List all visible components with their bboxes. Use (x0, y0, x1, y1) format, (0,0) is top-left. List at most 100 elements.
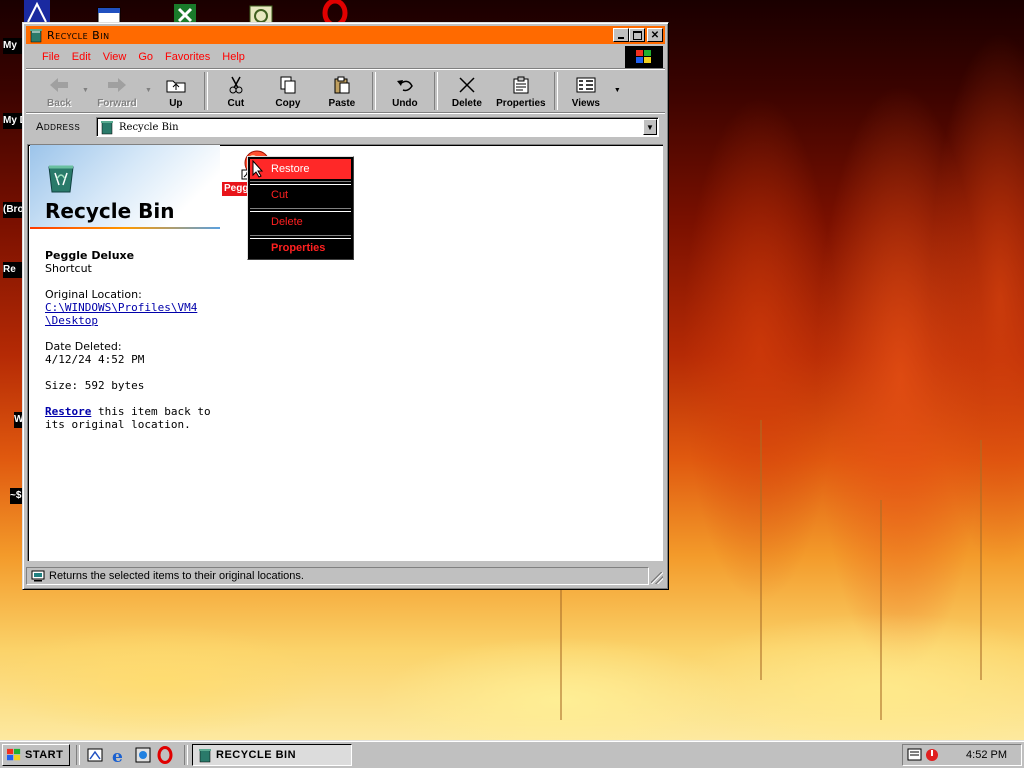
system-tray: 4:52 PM (902, 744, 1022, 766)
copy-label: Copy (275, 98, 301, 109)
views-icon (576, 77, 596, 93)
forward-dropdown-icon[interactable]: ▼ (145, 87, 152, 94)
taskbar-recycle-bin[interactable]: Recycle Bin (192, 744, 352, 766)
views-dropdown-icon[interactable]: ▼ (614, 87, 621, 94)
desktop-icon-label[interactable]: My D (3, 113, 23, 129)
webview-divider (30, 227, 220, 229)
original-location-label: Original Location: (45, 288, 142, 301)
mouse-cursor-icon (252, 160, 264, 178)
desktop-icon-label[interactable]: Re (3, 262, 23, 278)
maximize-button[interactable] (629, 28, 645, 42)
properties-label: Properties (496, 98, 546, 109)
up-button[interactable]: Up (152, 72, 200, 112)
clock[interactable]: 4:52 PM (966, 749, 1007, 761)
paste-icon (334, 76, 350, 94)
recycle-bin-window: Recycle Bin ✕ File Edit View Go Favorite… (22, 22, 669, 590)
back-label: Back (47, 98, 71, 109)
menu-help[interactable]: Help (216, 51, 251, 63)
item-name: Peggle Deluxe (45, 249, 135, 262)
restore-text-2: its original location. (45, 418, 191, 431)
recycle-bin-icon (30, 29, 42, 43)
properties-icon (513, 76, 529, 94)
copy-button[interactable]: Copy (260, 72, 316, 112)
restore-text: this item back to (91, 405, 211, 418)
context-delete[interactable]: Delete (250, 210, 351, 234)
context-restore[interactable]: Restore (250, 159, 351, 179)
chevron-down-icon: ▼ (646, 122, 654, 132)
up-label: Up (169, 98, 183, 109)
menu-view[interactable]: View (97, 51, 133, 63)
minimize-button[interactable] (613, 28, 629, 42)
desktop-icon-label[interactable]: W (14, 412, 22, 428)
status-pane: Returns the selected items to their orig… (26, 567, 649, 585)
windows-logo-icon (625, 46, 663, 68)
address-label: Address (36, 121, 81, 133)
item-type: Shortcut (45, 262, 92, 275)
task-label: Recycle Bin (216, 749, 297, 761)
forward-button[interactable]: Forward (89, 72, 145, 112)
svg-text:e: e (112, 747, 123, 764)
toolbar: Back ▼ Forward ▼ Up Cut Copy Paste Undo (26, 70, 665, 113)
show-desktop-icon[interactable] (86, 746, 104, 764)
back-dropdown-icon[interactable]: ▼ (82, 87, 89, 94)
wallpaper-branch (980, 440, 982, 680)
address-field[interactable]: Recycle Bin ▼ (96, 117, 659, 137)
status-text: Returns the selected items to their orig… (49, 570, 304, 582)
context-properties[interactable]: Properties (250, 236, 351, 260)
file-size: Size: 592 bytes (45, 379, 145, 392)
title-bar[interactable]: Recycle Bin ✕ (26, 26, 665, 44)
desktop-icon-label[interactable]: My (3, 38, 23, 54)
views-button[interactable]: Views (562, 72, 610, 112)
restore-link[interactable]: Restore (45, 405, 91, 418)
start-button[interactable]: Start (2, 744, 70, 766)
windows-flag-icon (7, 748, 21, 761)
cut-label: Cut (227, 98, 245, 109)
resize-grip[interactable] (651, 572, 663, 584)
delete-label: Delete (451, 98, 482, 109)
forward-arrow-icon (107, 78, 126, 92)
power-tray-icon[interactable] (925, 747, 939, 763)
opera-icon[interactable] (156, 746, 174, 764)
close-icon: ✕ (650, 29, 660, 41)
back-arrow-icon (50, 78, 68, 92)
menu-file[interactable]: File (36, 51, 66, 63)
copy-icon (280, 76, 296, 94)
cut-button[interactable]: Cut (212, 72, 260, 112)
desktop-icon-label[interactable]: ~$ (10, 488, 22, 504)
paste-button[interactable]: Paste (316, 72, 368, 112)
properties-button[interactable]: Properties (492, 72, 550, 112)
context-cut[interactable]: Cut (250, 183, 351, 207)
date-deleted-value: 4/12/24 4:52 PM (45, 353, 145, 366)
taskbar: Start e Recycle Bin 4:52 PM (0, 740, 1024, 768)
wallpaper-branch (760, 420, 762, 680)
wallpaper-branch (880, 500, 882, 720)
menu-edit[interactable]: Edit (66, 51, 97, 63)
undo-button[interactable]: Undo (380, 72, 430, 112)
recycle-bin-large-icon (48, 165, 74, 193)
internet-explorer-icon[interactable]: e (110, 746, 128, 764)
views-label: Views (571, 98, 600, 109)
close-button[interactable]: ✕ (647, 28, 663, 42)
minimize-icon (618, 37, 624, 39)
undo-icon (396, 80, 413, 92)
delete-button[interactable]: Delete (442, 72, 492, 112)
scheduler-tray-icon[interactable] (907, 748, 923, 762)
undo-label: Undo (392, 98, 418, 109)
window-title: Recycle Bin (47, 28, 110, 42)
address-dropdown-button[interactable]: ▼ (643, 119, 657, 135)
maximize-icon (632, 30, 642, 40)
menu-go[interactable]: Go (132, 51, 159, 63)
recycle-bin-icon (101, 121, 113, 135)
menu-favorites[interactable]: Favorites (159, 51, 216, 63)
original-location-link[interactable]: C:\WINDOWS\Profiles\VM4 \Desktop (45, 301, 197, 327)
address-value: Recycle Bin (119, 121, 179, 133)
date-deleted-label: Date Deleted: (45, 340, 122, 353)
desktop-icon-label[interactable]: (Bro (3, 202, 23, 218)
paste-label: Paste (328, 98, 356, 109)
back-button[interactable]: Back (36, 72, 82, 112)
start-label: Start (25, 749, 64, 761)
up-folder-icon (166, 80, 186, 93)
status-bar: Returns the selected items to their orig… (26, 566, 665, 586)
delete-x-icon (459, 77, 475, 93)
channels-icon[interactable] (134, 746, 152, 764)
